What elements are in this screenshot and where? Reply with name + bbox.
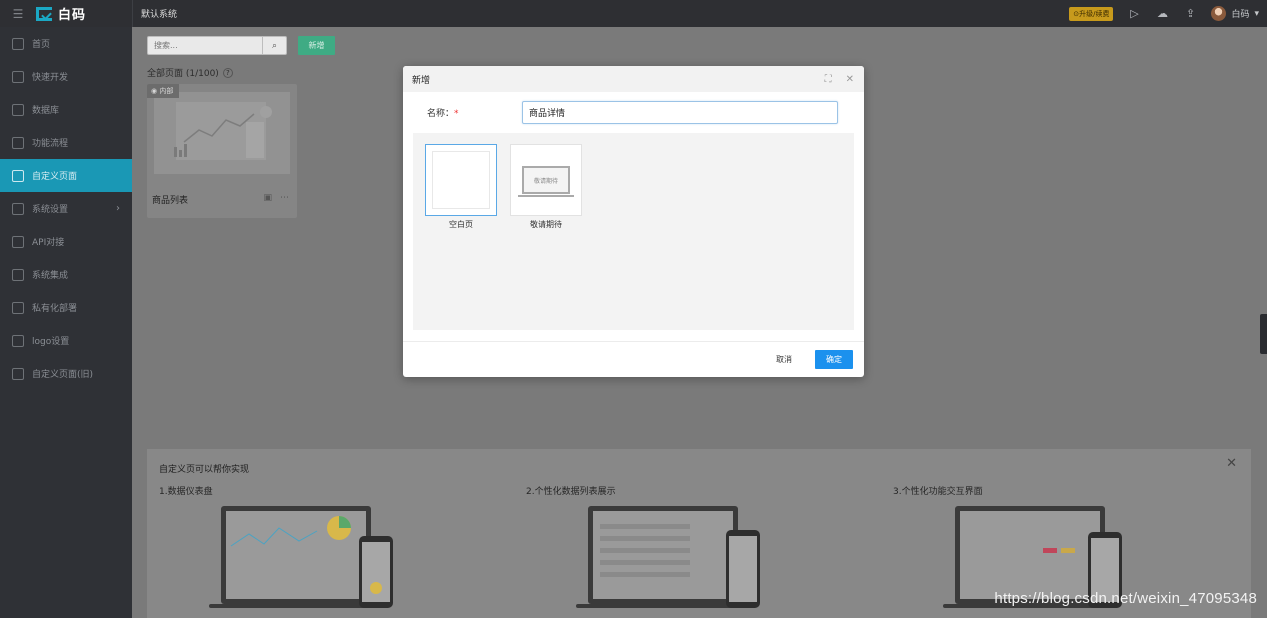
sidebar-item-label: 自定义页面: [32, 172, 78, 182]
close-icon[interactable]: ✕: [1226, 456, 1237, 471]
logo-mark-icon: [36, 6, 52, 21]
sidebar-item-label: logo设置: [32, 337, 70, 347]
laptop-icon: 敬请期待: [518, 166, 574, 197]
list-device-icon: [576, 506, 760, 608]
internal-tag: ◉ 内部: [147, 84, 180, 98]
footer-divider: [403, 341, 864, 342]
play-icon[interactable]: ▷: [1127, 7, 1141, 21]
all-pages-count: 全部页面 (1/100) ?: [147, 66, 233, 79]
all-pages-label: 全部页面 (1/100): [147, 69, 219, 79]
watermark: https://blog.csdn.net/weixin_47095348: [994, 590, 1257, 607]
promo-item: 3.个性化功能交互界面: [893, 484, 1253, 608]
name-input[interactable]: [522, 101, 838, 124]
promo-item: 2.个性化数据列表展示: [526, 484, 886, 608]
database-icon: [12, 103, 24, 116]
add-button[interactable]: 新增: [298, 36, 335, 55]
card-name: 商品列表: [152, 196, 189, 206]
sidebar-item-label: 数据库: [32, 106, 60, 116]
sidebar-item-label: 系统设置: [32, 205, 69, 215]
logo-icon: [12, 334, 24, 347]
sidebar: 首页 快速开发 数据库 功能流程 自定义页面 系统设置 › API对接 系统集成 …: [0, 27, 132, 618]
fullscreen-icon[interactable]: ⛶: [825, 74, 832, 85]
search-icon[interactable]: ⌕: [262, 37, 286, 54]
template-thumbnail: 敬请期待: [510, 144, 582, 216]
tag-label: 内部: [159, 87, 174, 95]
sidebar-item-logo[interactable]: logo设置: [0, 324, 132, 357]
template-blank[interactable]: 空白页: [425, 144, 497, 230]
dev-icon: [12, 70, 24, 83]
sidebar-item-label: API对接: [32, 238, 65, 248]
sidebar-item-quick-dev[interactable]: 快速开发: [0, 60, 132, 93]
sidebar-item-custom-page[interactable]: 自定义页面: [0, 159, 132, 192]
search-box: ⌕: [147, 36, 287, 55]
help-icon[interactable]: ?: [222, 67, 233, 78]
dialog-title: 新增: [412, 75, 431, 86]
page-icon: [12, 169, 24, 182]
export-icon[interactable]: ⇪: [1183, 7, 1197, 21]
sidebar-item-api[interactable]: API对接: [0, 225, 132, 258]
page-card[interactable]: ◉ 内部 商品列表 ▣ ⋯: [147, 84, 297, 218]
cloud-icon[interactable]: ☁: [1155, 7, 1169, 21]
promo-item-label: 1.数据仪表盘: [159, 487, 213, 497]
promo-item-label: 3.个性化功能交互界面: [893, 487, 983, 497]
cancel-button[interactable]: 取消: [776, 354, 792, 365]
sidebar-item-database[interactable]: 数据库: [0, 93, 132, 126]
menu-toggle-icon[interactable]: ☰: [0, 0, 36, 27]
promo-title: 自定义页可以帮你实现: [159, 465, 250, 475]
confirm-button[interactable]: 确定: [815, 350, 853, 369]
sidebar-item-custom-page-old[interactable]: 自定义页面(旧): [0, 357, 132, 390]
chevron-down-icon: ▾: [1254, 8, 1259, 19]
sidebar-item-system-settings[interactable]: 系统设置 ›: [0, 192, 132, 225]
sidebar-item-label: 快速开发: [32, 73, 69, 83]
home-icon: [12, 37, 24, 50]
template-coming-soon[interactable]: 敬请期待 敬请期待: [510, 144, 582, 230]
name-label-text: 名称：: [427, 109, 455, 119]
promo-item-label: 2.个性化数据列表展示: [526, 487, 616, 497]
sidebar-item-label: 私有化部署: [32, 304, 78, 314]
logo-text: 白码: [58, 8, 87, 23]
sidebar-item-label: 功能流程: [32, 139, 69, 149]
preview-icon[interactable]: ▣: [263, 193, 272, 203]
flow-icon: [12, 136, 24, 149]
name-form-row: 名称：*: [403, 101, 864, 124]
sidebar-item-label: 首页: [32, 40, 51, 50]
username: 白码: [1231, 10, 1250, 20]
blank-page-icon: [432, 151, 490, 209]
required-mark: *: [454, 109, 459, 119]
sidebar-item-home[interactable]: 首页: [0, 27, 132, 60]
sidebar-item-flow[interactable]: 功能流程: [0, 126, 132, 159]
search-input[interactable]: [148, 37, 262, 54]
page-old-icon: [12, 367, 24, 380]
sidebar-item-deploy[interactable]: 私有化部署: [0, 291, 132, 324]
dashboard-device-icon: [209, 506, 393, 608]
dashboard-thumbnail-icon: [174, 102, 272, 160]
chevron-right-icon: ›: [116, 203, 120, 214]
deploy-icon: [12, 301, 24, 314]
settings-icon: [12, 202, 24, 215]
user-menu[interactable]: 白码 ▾: [1211, 6, 1259, 21]
sidebar-item-integration[interactable]: 系统集成: [0, 258, 132, 291]
system-name[interactable]: 默认系统: [132, 0, 177, 27]
template-label: 空白页: [449, 220, 473, 229]
sidebar-item-label: 自定义页面(旧): [32, 370, 94, 380]
dialog-header: 新增 ⛶ ✕: [403, 66, 864, 92]
avatar: [1211, 6, 1227, 21]
api-icon: [12, 235, 24, 248]
upgrade-badge[interactable]: ⊙升级/续费: [1069, 6, 1114, 21]
side-feedback-tab[interactable]: [1260, 314, 1267, 354]
more-icon[interactable]: ⋯: [280, 193, 289, 203]
new-page-dialog: 新增 ⛶ ✕ 名称：* 空白页 敬请期待 敬请期待 取消 确定: [403, 66, 864, 377]
integration-icon: [12, 268, 24, 281]
template-thumbnail: [425, 144, 497, 216]
name-label: 名称：*: [427, 106, 459, 119]
close-icon[interactable]: ✕: [846, 74, 854, 85]
sidebar-item-label: 系统集成: [32, 271, 69, 281]
card-thumbnail: [154, 92, 290, 174]
logo[interactable]: 白码: [36, 4, 132, 23]
top-bar: ☰ 白码 默认系统 ⊙升级/续费 ▷ ☁ ⇪ 白码 ▾: [0, 0, 1267, 27]
template-label: 敬请期待: [530, 220, 562, 229]
template-list: 空白页 敬请期待 敬请期待: [413, 133, 854, 330]
promo-item: 1.数据仪表盘: [159, 484, 519, 608]
